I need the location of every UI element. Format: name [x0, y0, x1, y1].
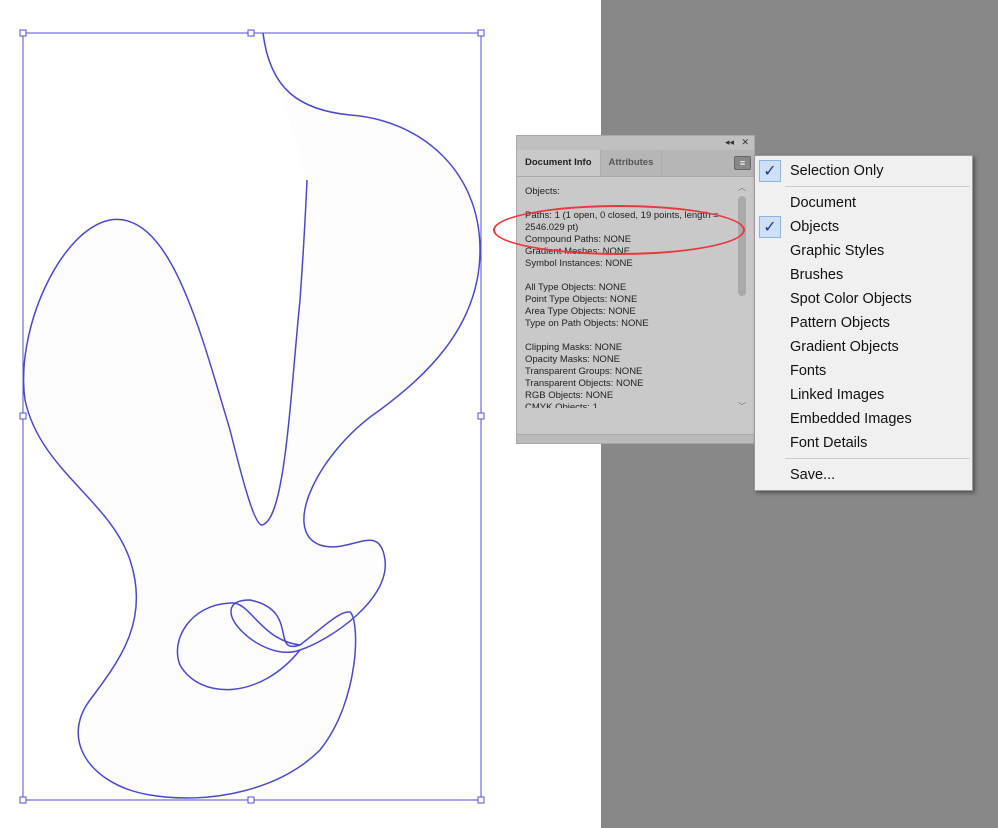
checkmark-icon: ✓ — [759, 216, 781, 238]
info-line: Transparent Objects: NONE — [525, 378, 644, 389]
scroll-down-icon[interactable]: ﹀ — [736, 401, 748, 412]
menu-item-pattern-objects[interactable]: Pattern Objects — [790, 311, 890, 335]
close-icon[interactable]: ✕ — [741, 137, 749, 148]
menu-item-gradient-objects[interactable]: Gradient Objects — [790, 335, 899, 359]
checkmark-icon: ✓ — [759, 160, 781, 182]
menu-item-objects[interactable]: Objects — [790, 215, 839, 239]
resize-grip[interactable] — [517, 434, 754, 443]
info-line: All Type Objects: NONE — [525, 282, 627, 293]
info-line: Paths: 1 (1 open, 0 closed, 19 points, l… — [525, 210, 719, 221]
artwork[interactable] — [0, 0, 601, 828]
info-line: Type on Path Objects: NONE — [525, 318, 649, 329]
info-line: Gradient Meshes: NONE — [525, 246, 631, 257]
menu-item-font-details[interactable]: Font Details — [790, 431, 867, 455]
info-line — [525, 198, 730, 210]
scroll-up-icon[interactable]: ︿ — [736, 182, 748, 193]
scrollbar[interactable]: ︿ ﹀ — [736, 182, 748, 412]
info-line: 2546.029 pt) — [525, 222, 579, 233]
selected-path[interactable] — [22, 32, 481, 799]
menu-item-embedded-images[interactable]: Embedded Images — [790, 407, 912, 431]
menu-item-fonts[interactable]: Fonts — [790, 359, 826, 383]
info-line: Opacity Masks: NONE — [525, 354, 621, 365]
menu-item-graphic-styles[interactable]: Graphic Styles — [790, 239, 884, 263]
info-line: Objects: — [525, 186, 560, 197]
menu-separator — [785, 186, 970, 187]
menu-item-brushes[interactable]: Brushes — [790, 263, 843, 287]
info-content: Objects: Paths: 1 (1 open, 0 closed, 19 p… — [525, 186, 730, 408]
tab-attributes[interactable]: Attributes — [601, 150, 663, 176]
hamburger-menu-icon[interactable]: ≡ — [734, 156, 751, 170]
info-line: Symbol Instances: NONE — [525, 258, 633, 269]
info-line: CMYK Objects: 1 — [525, 402, 598, 408]
panel-flyout-menu: Selection Only ✓ Document Objects ✓ Graphic S… — [754, 155, 973, 491]
info-line: RGB Objects: NONE — [525, 390, 614, 401]
menu-item-document[interactable]: Document — [790, 191, 856, 215]
collapse-panel-icon[interactable]: ◂◂ — [725, 137, 734, 148]
info-line — [525, 330, 730, 342]
info-line: Area Type Objects: NONE — [525, 306, 636, 317]
info-line: Clipping Masks: NONE — [525, 342, 623, 353]
document-info-panel: ◂◂ ✕ Document Info Attributes ≡ Objects:… — [516, 135, 755, 444]
info-line: Point Type Objects: NONE — [525, 294, 638, 305]
menu-item-save[interactable]: Save... — [790, 463, 835, 487]
tab-document-info[interactable]: Document Info — [517, 150, 601, 176]
menu-separator — [785, 458, 970, 459]
scroll-thumb[interactable] — [738, 196, 746, 296]
info-line — [525, 270, 730, 282]
info-line: Transparent Groups: NONE — [525, 366, 643, 377]
menu-item-spot-color-objects[interactable]: Spot Color Objects — [790, 287, 912, 311]
info-line: Compound Paths: NONE — [525, 234, 632, 245]
menu-item-linked-images[interactable]: Linked Images — [790, 383, 884, 407]
panel-title-bar[interactable]: ◂◂ ✕ — [517, 136, 754, 150]
menu-item-selection-only[interactable]: Selection Only — [790, 159, 884, 183]
